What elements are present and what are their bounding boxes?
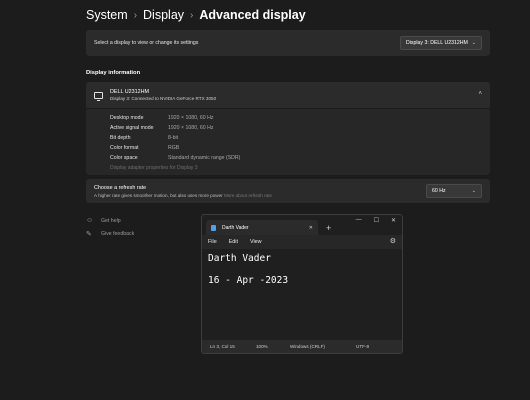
refresh-rate-title: Choose a refresh rate [94, 184, 147, 191]
adapter-properties-link[interactable]: Display adapter properties for Display 3 [110, 165, 490, 171]
info-label: Desktop mode [110, 115, 144, 121]
notepad-editor[interactable]: Darth Vader 16 - Apr -2023 [202, 249, 402, 341]
monitor-connection: Display 3: Connected to NVIDIA GeForce R… [110, 96, 217, 101]
refresh-rate-desc: A higher rate gives smoother motion, but… [94, 193, 272, 198]
info-row-desktop-mode: Desktop mode 1920 × 1080, 60 Hz [110, 113, 490, 123]
chevron-down-icon: ⌄ [471, 188, 476, 194]
page-title: Advanced display [199, 8, 306, 22]
refresh-rate-value: 60 Hz [432, 188, 446, 194]
breadcrumb-separator: › [133, 9, 138, 21]
display-select-label: Select a display to view or change its s… [94, 40, 199, 46]
refresh-rate-card: Choose a refresh rate A higher rate give… [86, 179, 490, 203]
close-window-icon[interactable]: ✕ [391, 217, 396, 224]
editor-line-2: 16 - Apr -2023 [208, 275, 289, 286]
maximize-icon[interactable]: ☐ [374, 217, 379, 224]
monitor-name: DELL U2312HM [110, 89, 150, 95]
chevron-down-icon: ⌄ [471, 40, 476, 46]
get-help-label: Get help [101, 217, 121, 224]
breadcrumb: System › Display › Advanced display [86, 6, 306, 24]
status-zoom: 100% [256, 344, 268, 349]
info-row-color-space: Color space Standard dynamic range (SDR) [110, 153, 490, 163]
status-line-ending: Windows (CRLF) [290, 344, 325, 349]
give-feedback-label: Give feedback [101, 231, 135, 237]
info-label: Color space [110, 155, 138, 161]
notepad-file-icon [211, 224, 216, 231]
notepad-window[interactable]: Darth Vader ✕ + — ☐ ✕ File Edit View ⚙ D… [201, 214, 403, 354]
info-row-color-format: Color format RGB [110, 143, 490, 153]
info-row-bit-depth: Bit depth 8-bit [110, 133, 490, 143]
display-select-card: Select a display to view or change its s… [86, 30, 490, 56]
display-select-value: Display 3: DELL U2312HM [406, 40, 468, 46]
display-info-title: Display information [86, 70, 141, 76]
give-feedback-link[interactable]: ✎ Give feedback [86, 230, 134, 238]
notepad-tab-title: Darth Vader [222, 224, 249, 231]
feedback-icon: ✎ [86, 231, 92, 238]
notepad-tab[interactable]: Darth Vader ✕ [206, 220, 318, 235]
status-position: Ln 3, Col 15 [210, 344, 235, 349]
notepad-statusbar: Ln 3, Col 15 100% Windows (CRLF) UTF-8 [202, 340, 402, 353]
menu-file[interactable]: File [208, 239, 217, 245]
breadcrumb-separator: › [190, 9, 194, 21]
refresh-rate-description: A higher rate gives smoother motion, but… [94, 192, 223, 198]
info-value: RGB [168, 145, 180, 151]
menu-view[interactable]: View [250, 239, 262, 245]
display-select-dropdown[interactable]: Display 3: DELL U2312HM ⌄ [400, 36, 482, 50]
info-value: Standard dynamic range (SDR) [168, 155, 241, 161]
editor-line-1: Darth Vader [208, 253, 271, 264]
chevron-up-icon[interactable]: ˄ [478, 91, 482, 97]
refresh-rate-dropdown[interactable]: 60 Hz ⌄ [426, 184, 482, 198]
info-row-active-signal: Active signal mode 1920 × 1080, 60 Hz [110, 123, 490, 133]
minimize-icon[interactable]: — [356, 217, 362, 224]
get-help-link[interactable]: ☺ Get help [86, 217, 121, 224]
info-label: Bit depth [110, 135, 131, 141]
menu-edit[interactable]: Edit [229, 239, 238, 245]
info-value: 1920 × 1080, 60 Hz [168, 115, 214, 121]
refresh-rate-link[interactable]: More about refresh rate [224, 193, 272, 198]
gear-icon[interactable]: ⚙ [390, 237, 396, 245]
new-tab-icon[interactable]: + [326, 220, 331, 235]
display-info-header[interactable]: DELL U2312HM Display 3: Connected to NVI… [86, 82, 490, 108]
breadcrumb-system[interactable]: System [86, 8, 128, 22]
display-info-body: Desktop mode 1920 × 1080, 60 Hz Active s… [86, 109, 490, 175]
info-value: 1920 × 1080, 60 Hz [168, 125, 214, 131]
info-label: Active signal mode [110, 125, 154, 131]
status-encoding: UTF-8 [356, 344, 370, 349]
breadcrumb-display[interactable]: Display [143, 8, 184, 22]
help-icon: ☺ [86, 217, 94, 224]
info-label: Color format [110, 145, 139, 151]
notepad-menubar: File Edit View ⚙ [202, 235, 402, 248]
notepad-titlebar[interactable]: Darth Vader ✕ + — ☐ ✕ [202, 215, 402, 235]
info-value: 8-bit [168, 135, 179, 141]
monitor-icon [94, 91, 103, 101]
window-controls: — ☐ ✕ [356, 217, 396, 224]
close-tab-icon[interactable]: ✕ [309, 225, 313, 231]
